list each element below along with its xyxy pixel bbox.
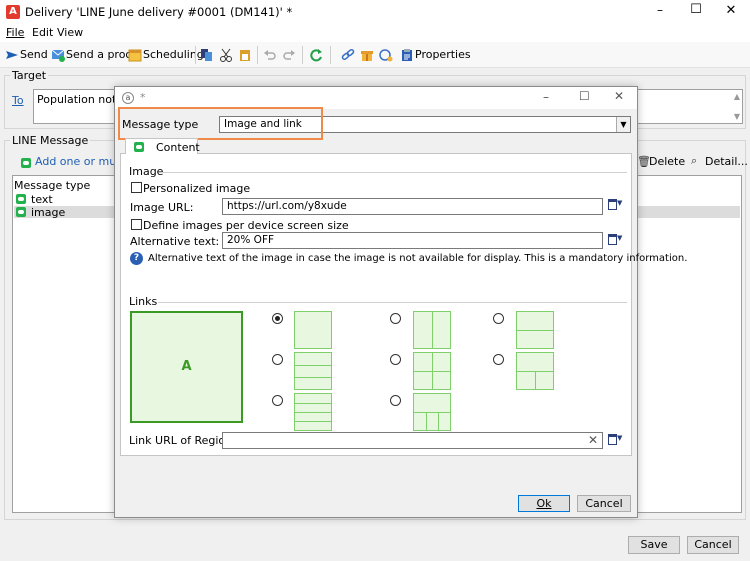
image-url-input[interactable]: https://url.com/y8xude [222, 198, 603, 215]
send-proof-button[interactable]: Send a proof [66, 47, 136, 63]
menu-view[interactable]: View [57, 26, 83, 39]
refresh-icon[interactable] [309, 48, 323, 62]
link-url-input[interactable] [222, 432, 603, 449]
layout-option-2[interactable] [294, 352, 332, 390]
personalized-image-label: Personalized image [143, 182, 251, 195]
toolbar-separator [257, 46, 258, 64]
dialog-minimize-button[interactable]: – [543, 90, 549, 104]
delete-button[interactable]: Delete [649, 155, 685, 168]
info-text: Alternative text of the image in case th… [148, 253, 688, 264]
layout-option-3[interactable] [294, 393, 332, 431]
ok-button[interactable]: Ok [518, 495, 570, 512]
window-title: Delivery 'LINE June delivery #0001 (DM14… [25, 5, 293, 19]
line-icon [134, 142, 144, 152]
redo-icon[interactable] [282, 48, 296, 62]
menu-bar: File Edit View [0, 24, 750, 42]
dialog-close-button[interactable]: ✕ [614, 89, 624, 103]
undo-icon[interactable] [263, 48, 277, 62]
layout-radio-4[interactable] [390, 313, 401, 324]
toolbar-separator [302, 46, 303, 64]
links-section-line [158, 302, 627, 303]
save-button[interactable]: Save [628, 536, 680, 554]
cut-icon[interactable] [219, 48, 233, 62]
layout-option-5[interactable] [413, 352, 451, 390]
line-add-icon [21, 158, 31, 168]
tracking-icon[interactable] [379, 48, 393, 62]
region-a-label: A [181, 359, 192, 374]
image-section-line [161, 172, 627, 173]
toolbar-separator [330, 46, 331, 64]
personalized-image-checkbox[interactable] [131, 182, 142, 193]
region-a-preview[interactable]: A [130, 311, 243, 423]
clear-icon[interactable]: ▼ [608, 199, 626, 213]
title-bar: A Delivery 'LINE June delivery #0001 (DM… [0, 0, 750, 24]
properties-button[interactable]: Properties [415, 47, 471, 63]
paste-icon[interactable] [238, 48, 252, 62]
calendar-icon [128, 48, 142, 62]
send-proof-icon [51, 48, 65, 62]
define-images-label: Define images per device screen size [143, 219, 349, 232]
search-icon: ⌕ [691, 154, 698, 167]
layout-radio-1[interactable] [272, 313, 283, 324]
menu-file[interactable]: File [6, 26, 24, 39]
layout-radio-6[interactable] [390, 395, 401, 406]
layout-radio-3[interactable] [272, 395, 283, 406]
minimize-button[interactable]: – [652, 3, 668, 17]
image-section-label: Image [129, 165, 164, 178]
scroll-down-icon[interactable]: ▼ [734, 112, 740, 121]
app-icon: A [6, 5, 20, 19]
alt-text-label: Alternative text: [130, 235, 220, 248]
send-icon [5, 48, 19, 62]
ok-label: Ok [536, 497, 552, 510]
message-dialog: a * – ☐ ✕ Message type Image and link ▼ … [114, 86, 687, 518]
line-icon [16, 194, 26, 204]
chevron-down-icon: ▼ [616, 117, 630, 132]
list-header: Message type [14, 179, 91, 192]
content-panel: Image Personalized image Image URL: http… [120, 154, 687, 456]
tab-content-label: Content [156, 141, 200, 154]
dialog-title-bar: a * – ☐ ✕ [115, 87, 637, 109]
layout-option-4[interactable] [413, 311, 451, 349]
menu-edit[interactable]: Edit [32, 26, 53, 39]
toolbar-separator [195, 46, 196, 64]
dialog-icon: a [122, 92, 134, 104]
dialog-maximize-button[interactable]: ☐ [579, 89, 590, 103]
highlight-box [118, 107, 323, 140]
cancel-button[interactable]: Cancel [687, 536, 739, 554]
layout-option-7[interactable] [516, 311, 554, 349]
send-button[interactable]: Send [20, 47, 48, 63]
list-item-label: image [31, 206, 66, 219]
close-button[interactable]: ✕ [723, 3, 739, 18]
layout-option-8[interactable] [516, 352, 554, 390]
maximize-button[interactable]: ☐ [688, 2, 704, 17]
layout-option-6[interactable] [413, 393, 451, 431]
clear-icon[interactable]: ▼ [608, 234, 626, 248]
define-images-checkbox[interactable] [131, 219, 142, 230]
image-url-label: Image URL: [130, 201, 194, 214]
links-section-label: Links [129, 295, 158, 308]
tab-content[interactable]: Content [125, 138, 200, 155]
scroll-up-icon[interactable]: ▲ [734, 92, 740, 101]
gift-icon[interactable] [360, 48, 374, 62]
alt-text-input[interactable]: 20% OFF [222, 232, 603, 249]
layout-option-1[interactable] [294, 311, 332, 349]
layout-radio-8[interactable] [493, 354, 504, 365]
layout-radio-5[interactable] [390, 354, 401, 365]
clear-x-icon[interactable]: ✕ [588, 433, 598, 447]
target-legend: Target [10, 69, 49, 82]
detail-button[interactable]: Detail... [705, 155, 748, 168]
properties-icon [400, 48, 414, 62]
copy-icon[interactable] [200, 48, 214, 62]
info-icon: ? [130, 252, 143, 265]
line-message-legend: LINE Message [10, 134, 91, 147]
to-link[interactable]: To [12, 94, 24, 107]
dialog-cancel-button[interactable]: Cancel [577, 495, 631, 512]
link-icon[interactable] [341, 48, 355, 62]
layout-radio-2[interactable] [272, 354, 283, 365]
layout-radio-7[interactable] [493, 313, 504, 324]
clear-icon[interactable]: ▼ [608, 434, 626, 448]
list-item-label: text [31, 193, 53, 206]
dialog-title: * [140, 91, 146, 104]
line-icon [16, 207, 26, 217]
